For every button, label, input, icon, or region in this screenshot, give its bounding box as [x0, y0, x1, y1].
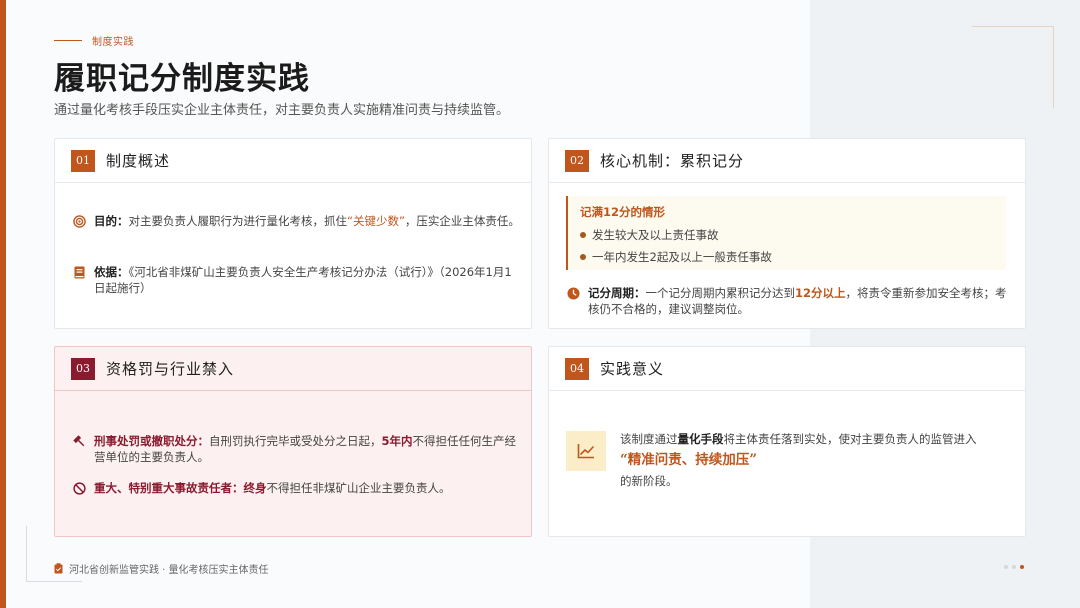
- card-number-badge: 01: [71, 149, 95, 172]
- card-header: 02 核心机制：累积记分: [549, 139, 1025, 183]
- purpose-text-post: ，压实企业主体责任。: [404, 214, 520, 228]
- significance-text-mid: 将主体责任落到实处，使对主要负责人的监管进入: [723, 432, 977, 446]
- bullet-dot: [580, 232, 586, 238]
- callout-item: 发生较大及以上责任事故: [580, 227, 719, 243]
- criminal-penalty-row: 刑事处罚或撤职处分：自刑罚执行完毕或受处分之日起，5年内不得担任任何生产经营单位…: [72, 433, 522, 465]
- card-title: 实践意义: [600, 360, 665, 378]
- bullet-dot: [580, 254, 586, 260]
- card-title: 制度概述: [106, 152, 171, 170]
- clipboard-icon: [54, 563, 63, 574]
- card-overview: 01 制度概述 目的：对主要负责人履职行为进行量化考核，抓住“关键少数”，压实企…: [54, 138, 532, 329]
- major-accident-label: 重大、特别重大事故责任者：: [94, 481, 244, 495]
- scoring-period-highlight: 12分以上: [795, 286, 846, 300]
- major-accident-text: 重大、特别重大事故责任者：终身不得担任非煤矿山企业主要负责人。: [94, 480, 451, 496]
- callout-item-text: 发生较大及以上责任事故: [592, 228, 719, 242]
- page-subtitle: 通过量化考核手段压实企业主体责任，对主要负责人实施精准问责与持续监管。: [54, 103, 510, 118]
- pagination-dots: [1004, 565, 1028, 569]
- kicker-line: [54, 40, 82, 41]
- major-accident-highlight: 终身: [243, 481, 267, 495]
- purpose-label: 目的：: [94, 214, 129, 228]
- footer: 河北省创新监管实践 · 量化考核压实主体责任: [54, 561, 269, 576]
- card-core-mechanism: 02 核心机制：累积记分 记满12分的情形 发生较大及以上责任事故 一年内发生2…: [548, 138, 1026, 329]
- significance-text-post: 的新阶段。: [620, 474, 678, 488]
- pagination-dot[interactable]: [1004, 565, 1008, 569]
- callout-title: 记满12分的情形: [580, 205, 666, 219]
- card-number-badge: 04: [565, 357, 589, 380]
- card-header: 01 制度概述: [55, 139, 531, 183]
- chart-line-icon: [566, 431, 606, 471]
- card-number-badge: 02: [565, 149, 589, 172]
- basis-row: 依据：《河北省非煤矿山主要负责人安全生产考核记分办法（试行）》（2026年1月1…: [72, 264, 522, 296]
- purpose-row: 目的：对主要负责人履职行为进行量化考核，抓住“关键少数”，压实企业主体责任。: [72, 213, 522, 229]
- corner-decoration-top-right: [972, 26, 1054, 108]
- significance-text: 该制度通过量化手段将主体责任落到实处，使对主要负责人的监管进入 “精准问责、持续…: [620, 431, 1000, 489]
- significance-quote: “精准问责、持续加压”: [620, 452, 758, 468]
- scoring-period-row: 记分周期：一个记分周期内累积记分达到12分以上，将责令重新参加安全考核；考核仍不…: [566, 285, 1016, 317]
- card-header: 04 实践意义: [549, 347, 1025, 391]
- footer-text: 河北省创新监管实践 · 量化考核压实主体责任: [69, 565, 269, 576]
- purpose-text-pre: 对主要负责人履职行为进行量化考核，抓住: [128, 214, 348, 228]
- section-kicker: 制度实践: [54, 33, 134, 48]
- ban-icon: [72, 481, 86, 495]
- card-header: 03 资格罚与行业禁入: [55, 347, 531, 391]
- purpose-text: 目的：对主要负责人履职行为进行量化考核，抓住“关键少数”，压实企业主体责任。: [94, 213, 520, 229]
- card-title: 资格罚与行业禁入: [106, 360, 235, 378]
- card-title: 核心机制：累积记分: [600, 152, 745, 170]
- card-disqualification: 03 资格罚与行业禁入 刑事处罚或撤职处分：自刑罚执行完毕或受处分之日起，5年内…: [54, 346, 532, 537]
- scoring-period-text: 记分周期：一个记分周期内累积记分达到12分以上，将责令重新参加安全考核；考核仍不…: [588, 285, 1016, 317]
- major-accident-row: 重大、特别重大事故责任者：终身不得担任非煤矿山企业主要负责人。: [72, 480, 522, 496]
- page-title: 履职记分制度实践: [54, 61, 310, 97]
- scoring-period-text-pre: 一个记分周期内累积记分达到: [645, 286, 796, 300]
- card-number-badge: 03: [71, 357, 95, 380]
- kicker-text: 制度实践: [92, 37, 134, 48]
- significance-highlight: 量化手段: [677, 432, 724, 446]
- card-significance: 04 实践意义 该制度通过量化手段将主体责任落到实处，使对主要负责人的监管进入 …: [548, 346, 1026, 537]
- basis-body: 《河北省非煤矿山主要负责人安全生产考核记分办法（试行）》（2026年1月1日起施…: [94, 265, 512, 295]
- major-accident-text-post: 不得担任非煤矿山企业主要负责人。: [266, 481, 451, 495]
- twelve-points-callout: 记满12分的情形 发生较大及以上责任事故 一年内发生2起及以上一般责任事故: [566, 196, 1006, 270]
- callout-item: 一年内发生2起及以上一般责任事故: [580, 249, 772, 265]
- purpose-highlight: “关键少数”: [347, 214, 405, 228]
- basis-label: 依据：: [94, 265, 129, 279]
- criminal-penalty-text: 刑事处罚或撤职处分：自刑罚执行完毕或受处分之日起，5年内不得担任任何生产经营单位…: [94, 433, 522, 465]
- pagination-dot-active[interactable]: [1020, 565, 1024, 569]
- criminal-penalty-text-pre: 自刑罚执行完毕或受处分之日起，: [209, 434, 382, 448]
- scoring-period-label: 记分周期：: [588, 286, 646, 300]
- left-accent-bar: [0, 0, 6, 608]
- pagination-dot[interactable]: [1012, 565, 1016, 569]
- book-icon: [72, 265, 86, 279]
- hammer-icon: [72, 434, 86, 448]
- significance-text-pre: 该制度通过: [620, 432, 678, 446]
- basis-text: 依据：《河北省非煤矿山主要负责人安全生产考核记分办法（试行）》（2026年1月1…: [94, 264, 522, 296]
- criminal-penalty-highlight: 5年内: [381, 434, 413, 448]
- target-icon: [72, 214, 86, 228]
- callout-item-text: 一年内发生2起及以上一般责任事故: [592, 250, 772, 264]
- criminal-penalty-label: 刑事处罚或撤职处分：: [94, 434, 209, 448]
- clock-icon: [566, 286, 580, 300]
